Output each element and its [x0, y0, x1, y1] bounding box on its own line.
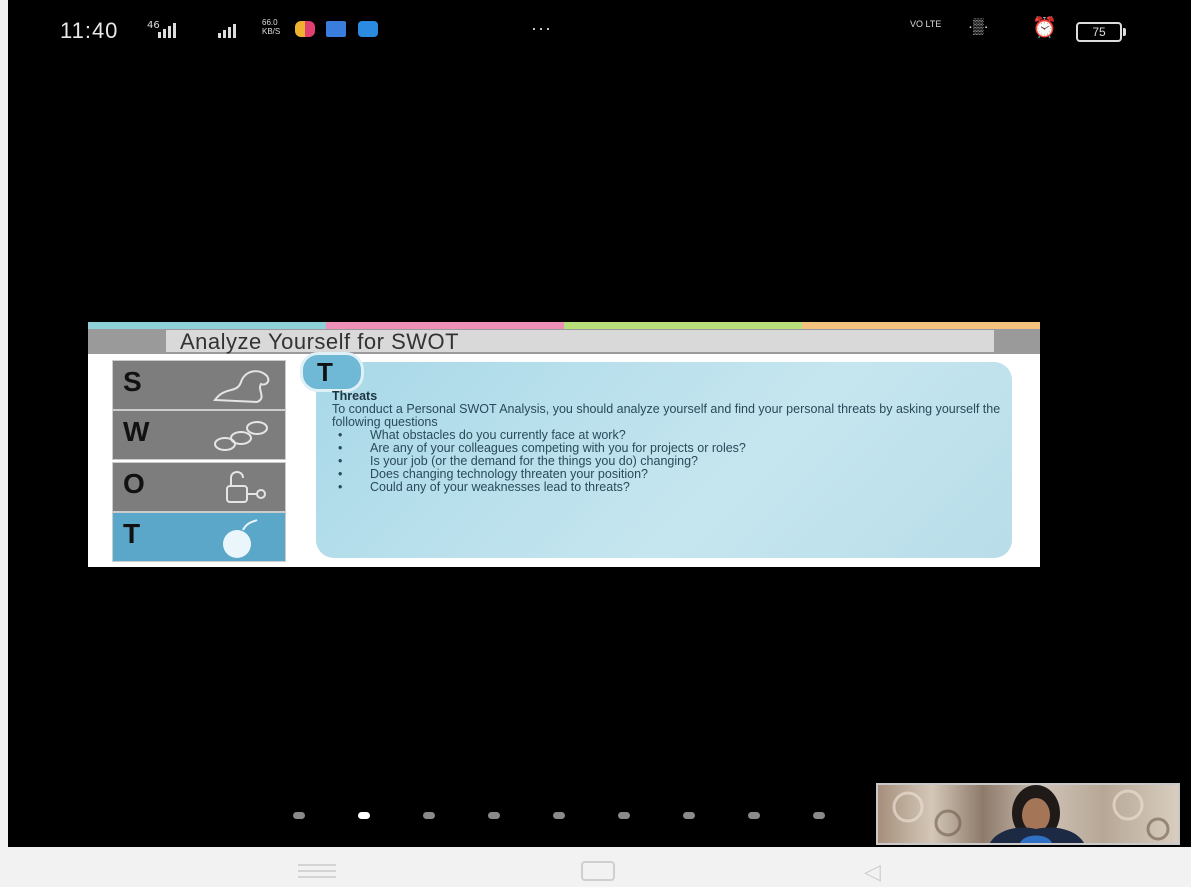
app-notification-icon	[295, 21, 315, 37]
swot-tile-t: T	[112, 512, 286, 562]
home-icon[interactable]	[581, 861, 615, 881]
vibrate-icon: ·▒·	[968, 18, 989, 35]
active-letter-badge: T	[300, 352, 364, 392]
page-dot-active[interactable]	[358, 812, 370, 819]
page-indicator[interactable]	[293, 812, 825, 819]
network-speed: 66.0 KB/S	[262, 18, 281, 36]
page-dot[interactable]	[748, 812, 760, 819]
back-icon[interactable]: ◁	[864, 859, 881, 885]
status-bar: 11:40 46 66.0 KB/S ··· VO LTE ·▒· ⏰ 75	[8, 0, 1191, 62]
page-dot[interactable]	[553, 812, 565, 819]
swot-tile-s: S	[112, 360, 286, 410]
page-dot[interactable]	[293, 812, 305, 819]
page-dot[interactable]	[488, 812, 500, 819]
page-dot[interactable]	[618, 812, 630, 819]
volte-indicator: VO LTE	[910, 19, 942, 29]
status-time: 11:40	[60, 18, 119, 43]
signal-strength-icon-2	[218, 22, 236, 38]
list-item: Could any of your weaknesses lead to thr…	[338, 481, 1012, 495]
alarm-icon: ⏰	[1032, 17, 1057, 39]
page-dot[interactable]	[423, 812, 435, 819]
threats-intro: To conduct a Personal SWOT Analysis, you…	[332, 402, 1001, 429]
participant-avatar	[892, 785, 1170, 843]
broken-chain-icon	[214, 421, 268, 451]
more-notifications-icon: ···	[531, 18, 552, 38]
battery-icon: 75	[1076, 22, 1126, 42]
meeting-app-notification-icon	[358, 21, 378, 37]
participant-video-thumbnail[interactable]	[876, 783, 1180, 845]
shared-presentation-slide: Analyze Yourself for SWOT S W O T T Thre…	[88, 322, 1040, 567]
threats-question-list: What obstacles do you currently face at …	[332, 429, 1012, 495]
unlocked-padlock-icon	[226, 471, 266, 503]
signal-strength-icon	[158, 22, 176, 38]
slide-top-stripes	[88, 322, 1040, 329]
bomb-icon	[223, 519, 258, 558]
meeting-screen: 11:40 46 66.0 KB/S ··· VO LTE ·▒· ⏰ 75 A…	[8, 0, 1191, 847]
swot-tile-o: O	[112, 462, 286, 512]
page-dot[interactable]	[813, 812, 825, 819]
threats-content: Threats To conduct a Personal SWOT Analy…	[332, 390, 1012, 495]
swot-tile-w: W	[112, 410, 286, 460]
page-dot[interactable]	[683, 812, 695, 819]
menu-icon[interactable]	[298, 864, 336, 882]
messages-notification-icon	[326, 21, 346, 37]
muscle-arm-icon	[213, 370, 270, 404]
